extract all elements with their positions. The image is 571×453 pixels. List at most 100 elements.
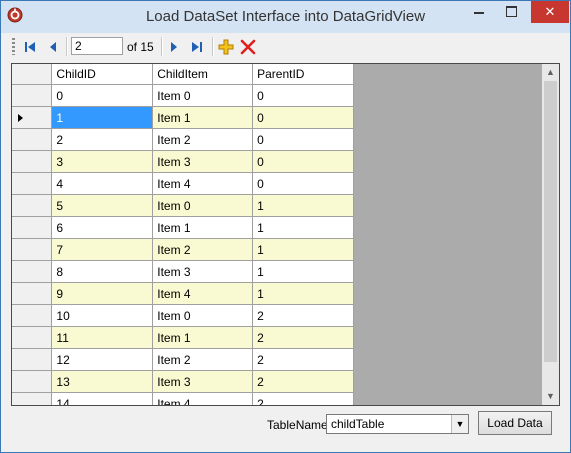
table-name-value: childTable: [331, 417, 385, 431]
cell-parentid[interactable]: 1: [252, 194, 354, 217]
cell-childid[interactable]: 4: [51, 172, 154, 195]
cell-parentid[interactable]: 1: [252, 216, 354, 239]
cell-childid[interactable]: 2: [51, 128, 154, 151]
cell-childitem[interactable]: Item 4: [152, 282, 254, 305]
cell-childid[interactable]: 3: [51, 150, 154, 173]
cell-childitem[interactable]: Item 2: [152, 238, 254, 261]
cell-childid[interactable]: 1: [51, 106, 154, 129]
scroll-thumb[interactable]: [544, 81, 557, 362]
top-left-header-cell[interactable]: [12, 64, 53, 85]
cell-childitem[interactable]: Item 1: [152, 216, 254, 239]
row-header[interactable]: [12, 238, 53, 261]
row-header[interactable]: [12, 392, 53, 405]
table-row[interactable]: 10 Item 0 2: [12, 304, 354, 327]
cell-childitem[interactable]: Item 3: [152, 260, 254, 283]
position-item-input[interactable]: [71, 37, 123, 55]
cell-childid[interactable]: 8: [51, 260, 154, 283]
bottom-panel: TableName childTable ▼ Load Data: [9, 408, 562, 444]
table-row[interactable]: 13 Item 3 2: [12, 370, 354, 393]
move-last-icon[interactable]: [187, 37, 207, 57]
column-header-childitem[interactable]: ChildItem: [152, 64, 254, 85]
table-row[interactable]: 14 Item 4 2: [12, 392, 354, 405]
cell-childitem[interactable]: Item 0: [152, 194, 254, 217]
table-row[interactable]: 3 Item 3 0: [12, 150, 354, 173]
table-row[interactable]: 8 Item 3 1: [12, 260, 354, 283]
cell-parentid[interactable]: 1: [252, 282, 354, 305]
cell-parentid[interactable]: 1: [252, 260, 354, 283]
cell-childid[interactable]: 12: [51, 348, 154, 371]
cell-childid[interactable]: 0: [51, 84, 154, 107]
row-header[interactable]: [12, 128, 53, 151]
row-header[interactable]: [12, 282, 53, 305]
cell-parentid[interactable]: 2: [252, 304, 354, 327]
cell-childid[interactable]: 9: [51, 282, 154, 305]
cell-childid[interactable]: 14: [51, 392, 154, 405]
cell-childid[interactable]: 10: [51, 304, 154, 327]
row-header[interactable]: [12, 172, 53, 195]
row-header[interactable]: [12, 216, 53, 239]
row-header[interactable]: [12, 326, 53, 349]
table-row[interactable]: 12 Item 2 2: [12, 348, 354, 371]
cell-parentid[interactable]: 0: [252, 172, 354, 195]
data-grid-view[interactable]: ChildID ChildItem ParentID 0 Item 0 0 1: [11, 63, 560, 406]
table-row[interactable]: 6 Item 1 1: [12, 216, 354, 239]
cell-childitem[interactable]: Item 4: [152, 172, 254, 195]
cell-parentid[interactable]: 2: [252, 370, 354, 393]
scroll-up-icon[interactable]: ▲: [542, 64, 559, 81]
row-header[interactable]: [12, 84, 53, 107]
table-row[interactable]: 7 Item 2 1: [12, 238, 354, 261]
row-header[interactable]: [12, 194, 53, 217]
cell-parentid[interactable]: 2: [252, 392, 354, 405]
table-row[interactable]: 2 Item 2 0: [12, 128, 354, 151]
cell-childid[interactable]: 6: [51, 216, 154, 239]
dropdown-arrow-icon[interactable]: ▼: [451, 415, 468, 433]
table-name-combobox[interactable]: childTable ▼: [326, 414, 469, 434]
row-header[interactable]: [12, 260, 53, 283]
cell-childitem[interactable]: Item 0: [152, 84, 254, 107]
load-data-button[interactable]: Load Data: [478, 411, 552, 435]
cell-childitem[interactable]: Item 1: [152, 106, 254, 129]
toolbar-grip[interactable]: [12, 38, 15, 55]
cell-childitem[interactable]: Item 3: [152, 370, 254, 393]
table-row[interactable]: 11 Item 1 2: [12, 326, 354, 349]
table-row[interactable]: 9 Item 4 1: [12, 282, 354, 305]
cell-childitem[interactable]: Item 4: [152, 392, 254, 405]
vertical-scrollbar[interactable]: ▲ ▼: [542, 64, 559, 405]
table-row[interactable]: 0 Item 0 0: [12, 84, 354, 107]
column-header-childid[interactable]: ChildID: [51, 64, 154, 85]
cell-childitem[interactable]: Item 0: [152, 304, 254, 327]
close-button[interactable]: ✕: [531, 1, 569, 23]
scroll-down-icon[interactable]: ▼: [542, 388, 559, 405]
cell-parentid[interactable]: 1: [252, 238, 354, 261]
move-next-icon[interactable]: [164, 37, 184, 57]
cell-parentid[interactable]: 2: [252, 348, 354, 371]
cell-parentid[interactable]: 0: [252, 128, 354, 151]
move-first-icon[interactable]: [20, 37, 40, 57]
table-row[interactable]: 5 Item 0 1: [12, 194, 354, 217]
cell-parentid[interactable]: 0: [252, 84, 354, 107]
cell-childid[interactable]: 11: [51, 326, 154, 349]
row-header[interactable]: [12, 348, 53, 371]
table-row[interactable]: 1 Item 1 0: [12, 106, 354, 129]
cell-childitem[interactable]: Item 2: [152, 348, 254, 371]
cell-childid[interactable]: 7: [51, 238, 154, 261]
cell-parentid[interactable]: 0: [252, 150, 354, 173]
maximize-button[interactable]: [497, 1, 525, 23]
move-previous-icon[interactable]: [43, 37, 63, 57]
cell-parentid[interactable]: 2: [252, 326, 354, 349]
table-row[interactable]: 4 Item 4 0: [12, 172, 354, 195]
row-header[interactable]: [12, 106, 53, 129]
row-header[interactable]: [12, 304, 53, 327]
row-header[interactable]: [12, 150, 53, 173]
cell-childid[interactable]: 5: [51, 194, 154, 217]
cell-childid[interactable]: 13: [51, 370, 154, 393]
add-new-icon[interactable]: [216, 37, 236, 57]
minimize-button[interactable]: [465, 1, 493, 23]
delete-icon[interactable]: [238, 37, 258, 57]
cell-parentid[interactable]: 0: [252, 106, 354, 129]
cell-childitem[interactable]: Item 3: [152, 150, 254, 173]
cell-childitem[interactable]: Item 1: [152, 326, 254, 349]
column-header-parentid[interactable]: ParentID: [252, 64, 354, 85]
cell-childitem[interactable]: Item 2: [152, 128, 254, 151]
row-header[interactable]: [12, 370, 53, 393]
